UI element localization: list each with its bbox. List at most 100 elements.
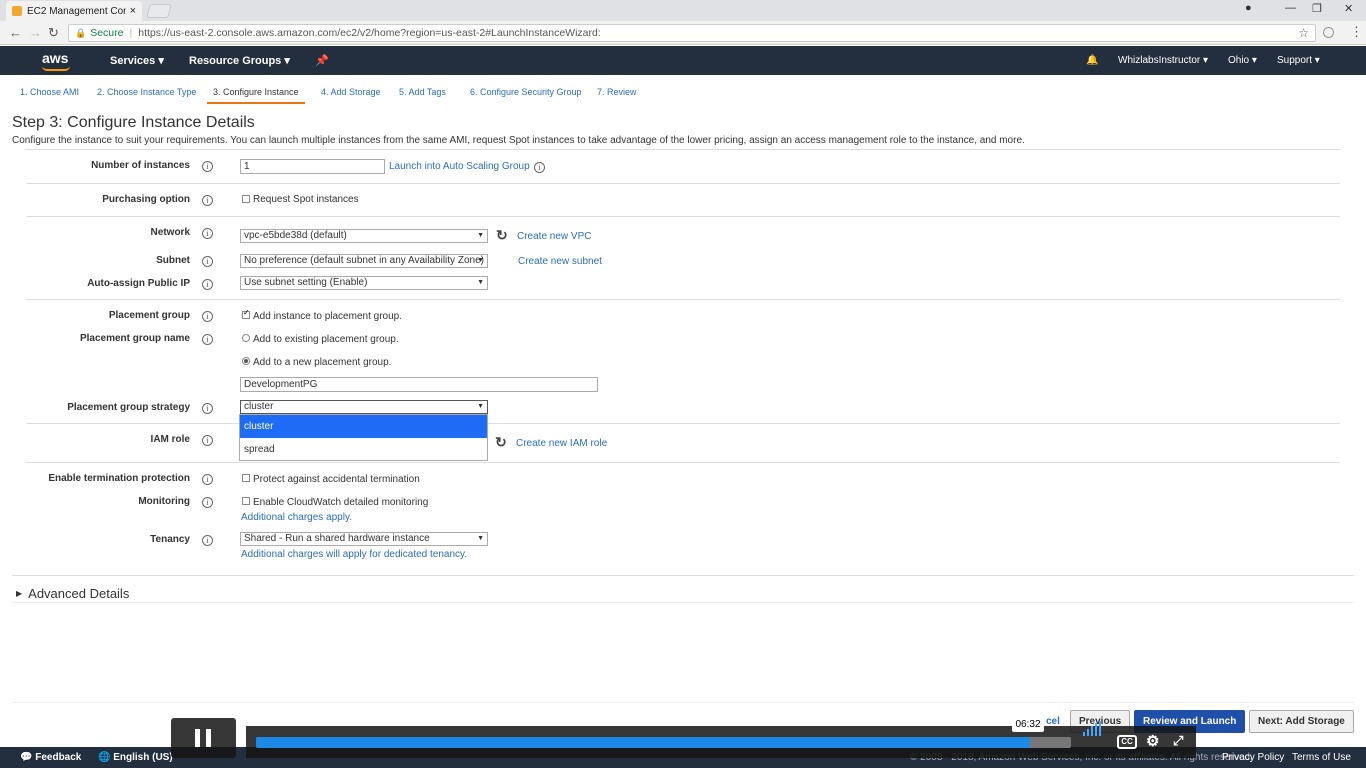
step-review[interactable]: 7. Review (591, 84, 643, 104)
step-add-tags[interactable]: 5. Add Tags (393, 84, 452, 104)
step-choose-ami[interactable]: 1. Choose AMI (14, 84, 85, 104)
services-menu[interactable]: Services ▾ (110, 54, 164, 67)
forward-icon[interactable]: → (29, 25, 42, 40)
new-group-radio[interactable] (242, 357, 250, 365)
create-vpc-link[interactable]: Create new VPC (517, 231, 591, 242)
info-icon[interactable]: i (202, 403, 213, 414)
tenancy-select[interactable]: Shared - Run a shared hardware instance ▼ (240, 532, 488, 546)
tab-title: EC2 Management Conso (27, 5, 126, 17)
info-icon[interactable]: i (202, 497, 213, 508)
existing-group-radio[interactable] (242, 334, 250, 342)
placement-strategy-label: Placement group strategy (67, 402, 190, 413)
aws-favicon-icon (12, 6, 22, 16)
divider (26, 183, 1340, 184)
info-icon[interactable]: i (202, 161, 213, 172)
step-add-storage[interactable]: 4. Add Storage (315, 84, 387, 104)
monitoring-checkbox[interactable] (242, 497, 250, 505)
auto-assign-ip-value: Use subnet setting (Enable) (244, 277, 368, 288)
number-of-instances-input[interactable]: 1 (240, 159, 385, 174)
termination-checkbox[interactable] (242, 474, 250, 482)
pause-icon-bar (206, 729, 211, 747)
support-menu[interactable]: Support ▾ (1277, 55, 1320, 66)
info-icon[interactable]: i (202, 435, 213, 446)
refresh-iam-icon[interactable]: ↻ (495, 434, 507, 451)
placement-group-checkbox[interactable] (242, 308, 250, 319)
subnet-select[interactable]: No preference (default subnet in any Ava… (240, 254, 488, 268)
user-menu[interactable]: WhizlabsInstructor ▾ (1118, 55, 1208, 66)
tenancy-value: Shared - Run a shared hardware instance (244, 533, 430, 544)
termination-option-label: Protect against accidental termination (253, 474, 420, 485)
advanced-details-toggle[interactable]: ▶ Advanced Details (16, 586, 129, 601)
region-menu[interactable]: Ohio ▾ (1228, 55, 1257, 66)
info-icon[interactable]: i (202, 334, 213, 345)
bell-icon[interactable]: 🔔 (1086, 55, 1098, 66)
reload-icon[interactable]: ↻ (48, 25, 59, 41)
resource-groups-label: Resource Groups (189, 55, 282, 67)
divider (12, 575, 1354, 576)
spot-checkbox[interactable] (242, 195, 250, 203)
next-add-storage-button[interactable]: Next: Add Storage (1249, 710, 1354, 733)
aws-smile-icon (42, 66, 70, 71)
feedback-label: Feedback (35, 752, 82, 763)
feedback-link[interactable]: 💬 Feedback (20, 752, 81, 763)
restore-icon[interactable]: ❐ (1312, 2, 1322, 15)
extension-icon[interactable] (1323, 27, 1334, 38)
privacy-policy-link[interactable]: Privacy Policy (1222, 752, 1284, 763)
network-select[interactable]: vpc-e5bde38d (default) ▼ (240, 229, 488, 243)
divider (26, 149, 1340, 150)
resource-groups-menu[interactable]: Resource Groups ▾ (189, 54, 290, 67)
minimize-icon[interactable]: — (1285, 2, 1296, 14)
caret-right-icon: ▶ (16, 589, 23, 598)
fullscreen-exit-icon[interactable]: ⤢ (1173, 733, 1183, 749)
url-input[interactable]: 🔒 Secure | https://us-east-2.console.aws… (68, 24, 1316, 42)
info-icon[interactable]: i (202, 279, 213, 290)
step-choose-instance-type[interactable]: 2. Choose Instance Type (91, 84, 202, 104)
chevron-down-icon: ▼ (477, 535, 484, 542)
step-configure-instance[interactable]: 3. Configure Instance (207, 84, 305, 104)
aws-logo[interactable]: aws (42, 50, 70, 71)
video-progress-track[interactable] (256, 737, 1071, 748)
info-icon[interactable]: i (202, 535, 213, 546)
bookmark-star-icon[interactable]: ☆ (1298, 26, 1309, 40)
chevron-down-icon: ▼ (477, 403, 484, 410)
pin-icon[interactable]: 📌 (315, 54, 329, 67)
pause-icon (195, 729, 200, 747)
create-subnet-link[interactable]: Create new subnet (518, 256, 602, 267)
strategy-option-cluster[interactable]: cluster (240, 415, 487, 438)
strategy-option-spread[interactable]: spread (240, 438, 487, 461)
video-pause-button[interactable] (171, 718, 236, 758)
language-link[interactable]: 🌐 English (US) (98, 752, 173, 763)
auto-scaling-link[interactable]: Launch into Auto Scaling Group (389, 161, 530, 172)
monitoring-charges-link[interactable]: Additional charges apply. (241, 512, 352, 523)
page-description: Configure the instance to suit your requ… (12, 135, 1025, 146)
browser-tab[interactable]: EC2 Management Conso × (6, 1, 142, 21)
existing-group-option-label: Add to existing placement group. (253, 334, 399, 345)
placement-strategy-select[interactable]: cluster ▼ (240, 400, 488, 414)
chevron-down-icon: ▼ (477, 232, 484, 239)
subnet-label: Subnet (156, 255, 190, 266)
monitoring-label: Monitoring (138, 496, 190, 507)
info-icon[interactable]: i (534, 162, 545, 173)
auto-assign-ip-select[interactable]: Use subnet setting (Enable) ▼ (240, 276, 488, 290)
step-configure-security-group[interactable]: 6. Configure Security Group (464, 84, 588, 104)
info-icon[interactable]: i (202, 228, 213, 239)
back-icon[interactable]: ← (9, 25, 22, 40)
create-iam-role-link[interactable]: Create new IAM role (516, 438, 607, 449)
placement-strategy-dropdown: cluster spread (239, 414, 488, 461)
refresh-vpc-icon[interactable]: ↻ (496, 227, 508, 244)
terms-of-use-link[interactable]: Terms of Use (1292, 752, 1351, 763)
info-icon[interactable]: i (202, 256, 213, 267)
tenancy-charges-link[interactable]: Additional charges will apply for dedica… (241, 549, 467, 560)
tab-close-icon[interactable]: × (130, 5, 136, 17)
new-tab-button[interactable] (146, 4, 172, 18)
info-icon[interactable]: i (202, 195, 213, 206)
browser-menu-icon[interactable]: ⋮ (1350, 24, 1363, 40)
settings-gear-icon[interactable]: ⚙ (1146, 732, 1159, 750)
language-label: English (US) (113, 752, 173, 763)
info-icon[interactable]: i (202, 474, 213, 485)
info-icon[interactable]: i (202, 311, 213, 322)
closed-captions-button[interactable]: CC (1117, 735, 1137, 749)
close-window-icon[interactable]: ✕ (1344, 2, 1353, 15)
placement-group-name-input[interactable]: DevelopmentPG (240, 377, 598, 392)
profile-icon[interactable]: ● (1245, 2, 1252, 14)
